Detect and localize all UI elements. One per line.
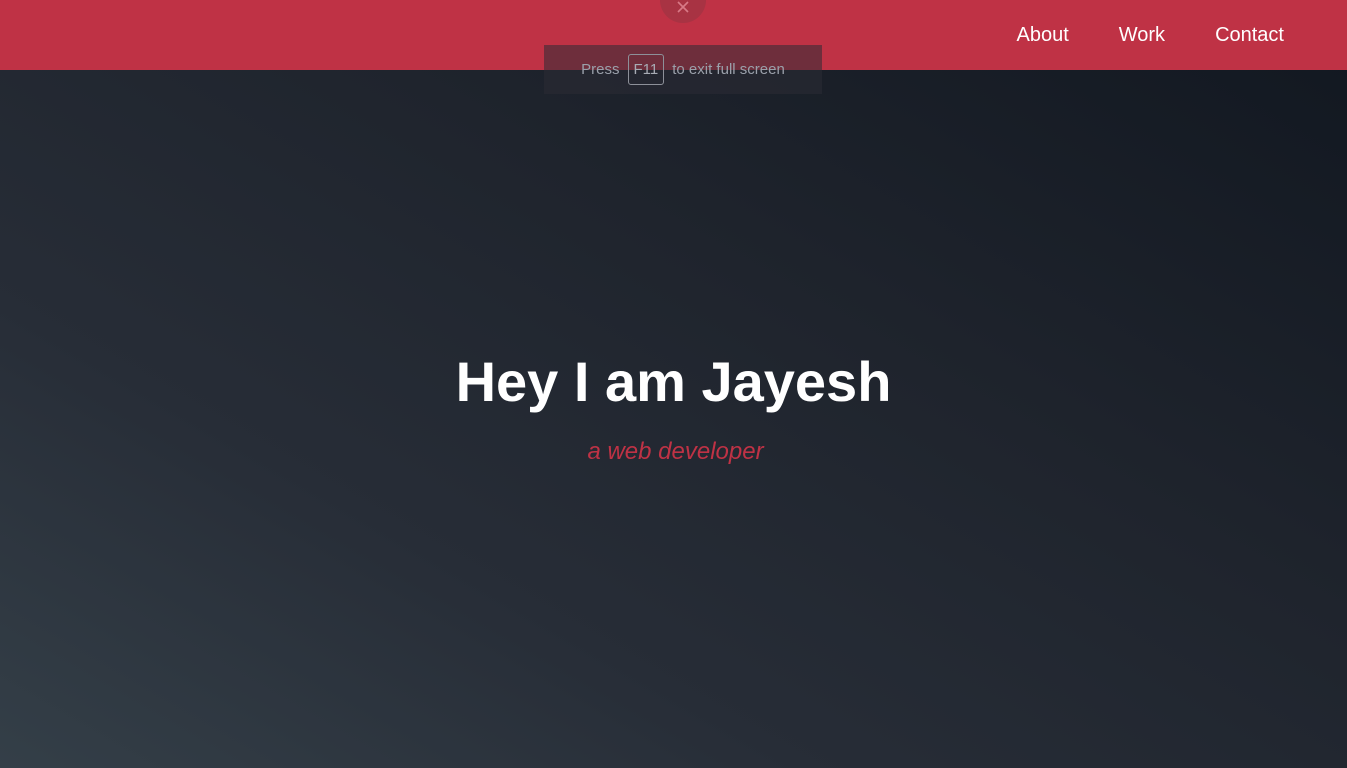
fullscreen-notice-prefix: Press xyxy=(581,61,620,78)
fullscreen-notice: Press F11 to exit full screen xyxy=(544,45,822,94)
close-icon xyxy=(677,1,689,13)
hero-title: Hey I am Jayesh xyxy=(455,350,892,413)
nav-link-contact[interactable]: Contact xyxy=(1215,24,1284,47)
hero-subtitle: a web developer xyxy=(587,438,764,465)
nav-links: About Work Contact xyxy=(966,0,1284,70)
f11-key-badge: F11 xyxy=(627,54,665,85)
fullscreen-notice-suffix: to exit full screen xyxy=(672,61,785,78)
nav-link-work[interactable]: Work xyxy=(1119,24,1165,47)
nav-link-about[interactable]: About xyxy=(1016,24,1068,47)
